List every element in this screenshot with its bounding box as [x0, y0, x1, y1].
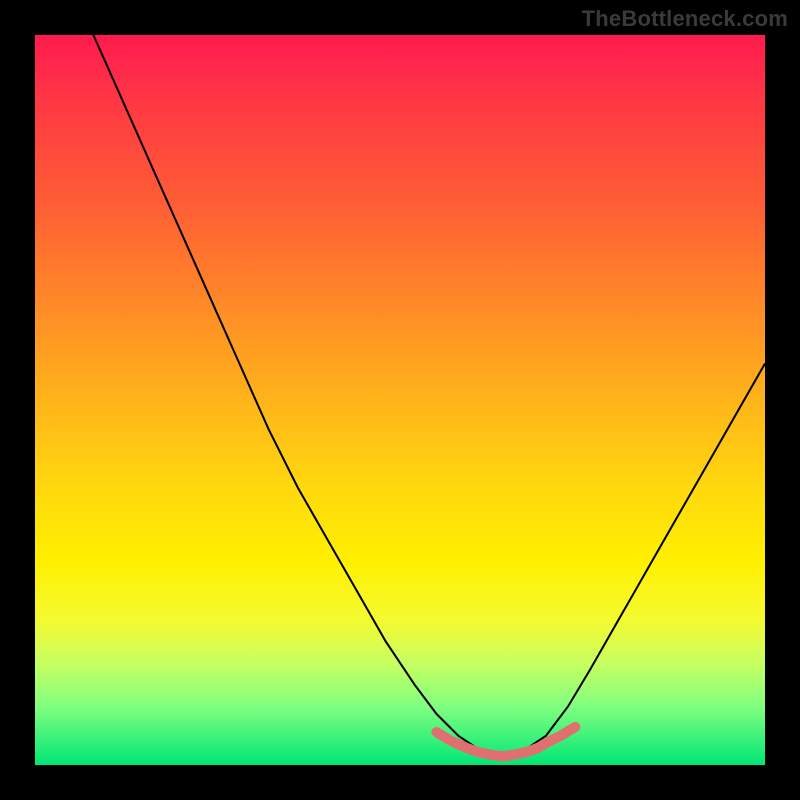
chart-frame: TheBottleneck.com [0, 0, 800, 800]
watermark-text: TheBottleneck.com [582, 6, 788, 32]
chart-svg [35, 35, 765, 765]
plot-area [35, 35, 765, 765]
bottleneck-curve-path [93, 35, 765, 758]
optimal-marker-path [437, 727, 576, 756]
